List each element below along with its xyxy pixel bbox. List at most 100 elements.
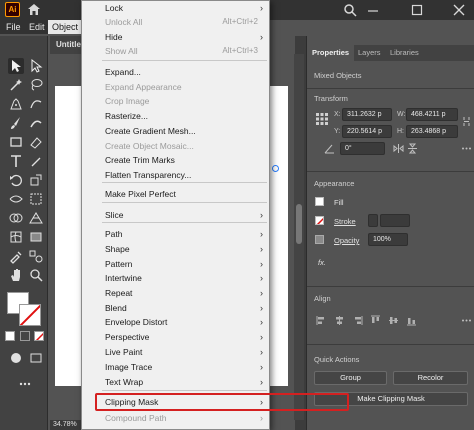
opacity-label[interactable]: Opacity xyxy=(334,236,359,245)
opacity-field[interactable]: 100% xyxy=(368,233,408,246)
constrain-proportions-icon[interactable] xyxy=(461,116,472,127)
curvature-tool-icon[interactable] xyxy=(28,96,44,112)
menu-item-label: Blend xyxy=(105,303,127,313)
menu-item-create-gradient-mesh[interactable]: Create Gradient Mesh... xyxy=(82,124,269,138)
fill-color-mode-icon[interactable] xyxy=(5,331,15,341)
menu-item-text-wrap[interactable]: Text Wrap › xyxy=(82,375,269,389)
zoom-level-field[interactable]: 34.78% xyxy=(50,420,85,430)
stroke-weight-field[interactable] xyxy=(380,214,410,227)
artboard[interactable] xyxy=(268,86,288,386)
menu-item-repeat[interactable]: Repeat › xyxy=(82,286,269,300)
tab-layers[interactable]: Layers xyxy=(353,45,386,61)
mesh-tool-icon[interactable] xyxy=(8,229,24,245)
menu-item-perspective[interactable]: Perspective › xyxy=(82,330,269,344)
menu-item-rasterize[interactable]: Rasterize... xyxy=(82,109,269,123)
menu-item-path[interactable]: Path › xyxy=(82,227,269,241)
fx-button[interactable]: fx. xyxy=(318,258,326,267)
stroke-label[interactable]: Stroke xyxy=(334,217,356,226)
direct-selection-tool-icon[interactable] xyxy=(28,58,44,74)
clipping-mask-highlight xyxy=(95,393,349,411)
menu-item-intertwine[interactable]: Intertwine › xyxy=(82,271,269,285)
blend-tool-icon[interactable] xyxy=(28,248,44,264)
flip-horizontal-icon[interactable] xyxy=(393,143,404,154)
divider xyxy=(307,171,474,172)
close-icon[interactable] xyxy=(452,3,466,17)
rotate-angle-field[interactable]: 0° xyxy=(340,142,385,155)
none-mode-icon[interactable] xyxy=(34,331,44,341)
stroke-color-swatch[interactable] xyxy=(19,304,41,326)
menu-item-create-trim-marks[interactable]: Create Trim Marks xyxy=(82,153,269,167)
menu-item-envelope-distort[interactable]: Envelope Distort › xyxy=(82,315,269,329)
eraser-tool-icon[interactable] xyxy=(28,134,44,150)
touch-type-tool-icon[interactable] xyxy=(28,153,44,169)
align-center-horizontal-icon[interactable] xyxy=(334,315,345,326)
menu-item-pattern[interactable]: Pattern › xyxy=(82,257,269,271)
opacity-icon xyxy=(315,235,324,244)
gradient-tool-icon[interactable] xyxy=(28,229,44,245)
align-right-icon[interactable] xyxy=(352,315,363,326)
menu-item-make-pixel-perfect[interactable]: Make Pixel Perfect xyxy=(82,187,269,201)
menu-item-label: Rasterize... xyxy=(105,111,148,121)
menu-edit[interactable]: Edit xyxy=(25,20,49,34)
y-field[interactable]: 220.5614 p xyxy=(342,125,392,138)
menu-item-live-paint[interactable]: Live Paint › xyxy=(82,345,269,359)
more-options-icon[interactable] xyxy=(461,143,472,154)
menu-item-slice[interactable]: Slice › xyxy=(82,208,269,222)
stroke-weight-stepper[interactable] xyxy=(368,214,378,227)
shape-builder-tool-icon[interactable] xyxy=(8,210,24,226)
gradient-mode-icon[interactable] xyxy=(20,331,30,341)
type-tool-icon[interactable] xyxy=(8,153,24,169)
pen-tool-icon[interactable] xyxy=(8,96,24,112)
tab-libraries[interactable]: Libraries xyxy=(385,45,424,61)
menu-item-expand[interactable]: Expand... xyxy=(82,65,269,79)
menu-item-image-trace[interactable]: Image Trace › xyxy=(82,360,269,374)
edit-toolbar-icon[interactable] xyxy=(17,376,33,392)
menu-file[interactable]: File xyxy=(2,20,25,34)
menu-item-flatten-transparency[interactable]: Flatten Transparency... xyxy=(82,168,269,182)
eyedropper-tool-icon[interactable] xyxy=(8,248,24,264)
maximize-icon[interactable] xyxy=(410,3,424,17)
scale-tool-icon[interactable] xyxy=(28,172,44,188)
draw-mode-icon[interactable] xyxy=(8,350,24,366)
align-left-icon[interactable] xyxy=(316,315,327,326)
menu-item-shape[interactable]: Shape › xyxy=(82,242,269,256)
rotate-tool-icon[interactable] xyxy=(8,172,24,188)
scrollbar-thumb[interactable] xyxy=(296,204,302,244)
lasso-tool-icon[interactable] xyxy=(28,77,44,93)
h-field[interactable]: 263.4868 p xyxy=(406,125,458,138)
zoom-tool-icon[interactable] xyxy=(28,267,44,283)
minimize-icon[interactable] xyxy=(366,3,380,17)
bounding-box-handle[interactable] xyxy=(272,165,279,172)
w-field[interactable]: 468.4211 p xyxy=(406,108,458,121)
screen-mode-icon[interactable] xyxy=(28,350,44,366)
menu-item-lock[interactable]: Lock › xyxy=(82,1,269,15)
align-top-icon[interactable] xyxy=(370,315,381,326)
flip-vertical-icon[interactable] xyxy=(407,143,418,154)
reference-point-icon[interactable] xyxy=(315,112,329,126)
selection-tool-icon[interactable] xyxy=(8,58,24,74)
recolor-button[interactable]: Recolor xyxy=(393,371,468,385)
search-icon[interactable] xyxy=(343,3,357,17)
align-bottom-icon[interactable] xyxy=(406,315,417,326)
home-icon[interactable] xyxy=(27,3,41,16)
menu-item-hide[interactable]: Hide › xyxy=(82,30,269,44)
align-middle-vertical-icon[interactable] xyxy=(388,315,399,326)
fill-swatch[interactable] xyxy=(315,197,324,206)
shaper-tool-icon[interactable] xyxy=(28,115,44,131)
x-field[interactable]: 311.2632 p xyxy=(342,108,392,121)
perspective-grid-tool-icon[interactable] xyxy=(28,210,44,226)
stroke-swatch[interactable] xyxy=(315,216,324,225)
rectangle-tool-icon[interactable] xyxy=(8,134,24,150)
menu-object[interactable]: Object xyxy=(48,20,83,34)
group-button[interactable]: Group xyxy=(314,371,387,385)
free-transform-tool-icon[interactable] xyxy=(28,191,44,207)
width-tool-icon[interactable] xyxy=(8,191,24,207)
hand-tool-icon[interactable] xyxy=(8,267,24,283)
align-more-options-icon[interactable] xyxy=(461,315,472,326)
menu-item-blend[interactable]: Blend › xyxy=(82,301,269,315)
brush-tool-icon[interactable] xyxy=(8,115,24,131)
document-tab[interactable]: Untitle xyxy=(56,40,81,49)
magic-wand-tool-icon[interactable] xyxy=(8,77,24,93)
tab-properties[interactable]: Properties xyxy=(307,45,355,61)
vertical-scrollbar[interactable] xyxy=(294,54,304,420)
